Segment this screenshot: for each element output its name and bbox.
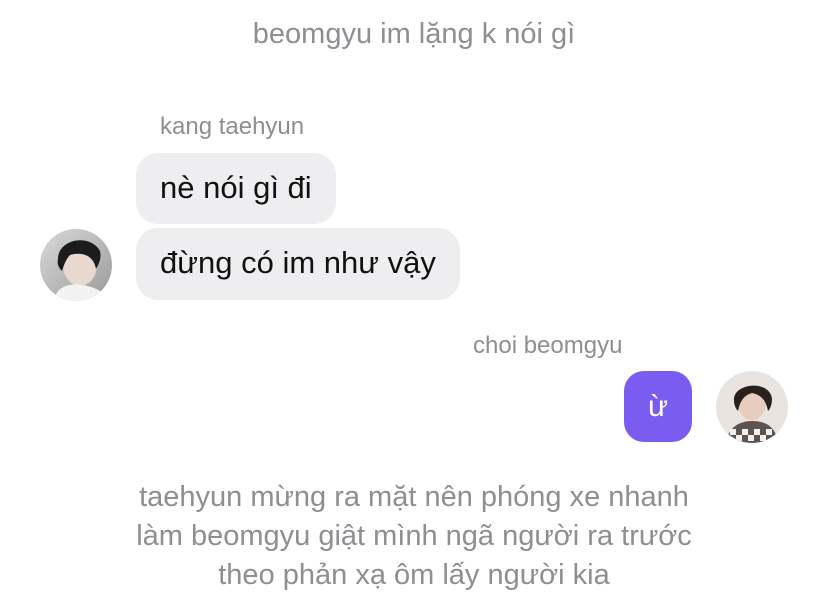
narration-line: làm beomgyu giật mình ngã người ra trước bbox=[136, 520, 692, 552]
narration-top: beomgyu im lặng k nói gì bbox=[252, 18, 576, 50]
chat-screen: beomgyu im lặng k nói gì kang taehyun nè… bbox=[0, 0, 828, 616]
narration-line: taehyun mừng ra mặt nên phóng xe nhanh bbox=[139, 481, 689, 513]
message-bubble-incoming[interactable]: nè nói gì đi bbox=[136, 153, 336, 224]
avatar-taehyun[interactable] bbox=[40, 229, 112, 301]
avatar-photo-beomgyu bbox=[716, 371, 788, 443]
message-bubble-outgoing[interactable]: ừ bbox=[624, 371, 692, 442]
sender-name-taehyun: kang taehyun bbox=[160, 113, 305, 140]
avatar-beomgyu[interactable] bbox=[716, 371, 788, 443]
narration-line: theo phản xạ ôm lấy người kia bbox=[218, 559, 610, 591]
avatar-photo-taehyun bbox=[40, 229, 112, 301]
sender-name-beomgyu: choi beomgyu bbox=[473, 332, 623, 359]
message-bubble-incoming[interactable]: đừng có im như vậy bbox=[136, 228, 460, 300]
narration-bottom: taehyun mừng ra mặt nên phóng xe nhanh l… bbox=[0, 478, 828, 595]
